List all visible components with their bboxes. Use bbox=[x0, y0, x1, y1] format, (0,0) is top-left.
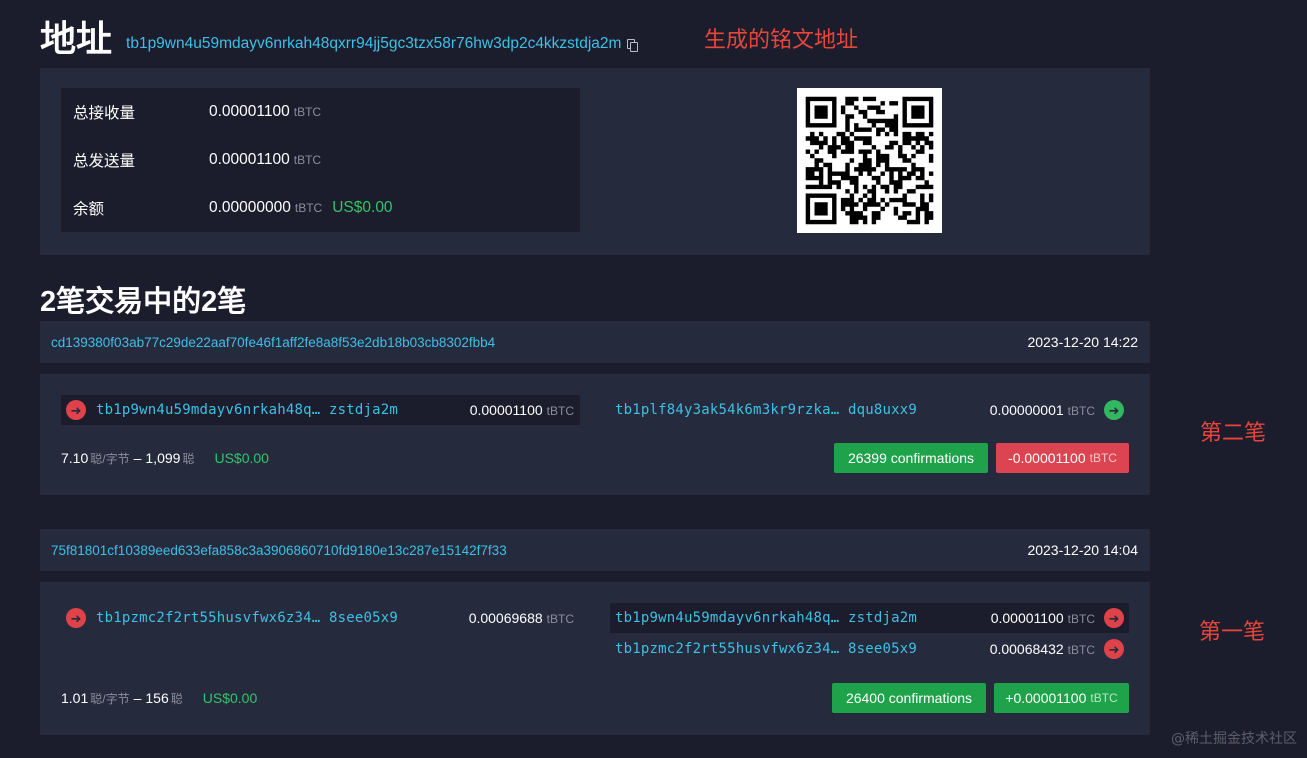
summary-label: 总接收量 bbox=[73, 105, 136, 122]
arrow-right-circle-icon[interactable]: ➜ bbox=[1104, 400, 1124, 420]
unit-label: tBTC bbox=[294, 201, 323, 215]
fee-usd: US$0.00 bbox=[202, 690, 258, 706]
tx-header: 75f81801cf10389eed633efa858c3a3906860710… bbox=[40, 529, 1150, 571]
tx-fee-info: 1.01 聪/字节 – 156 聪 US$0.00 bbox=[61, 690, 257, 707]
output-address-link[interactable]: tb1plf84y3ak54k6m3kr9rzka… dqu8uxx9 bbox=[615, 402, 917, 418]
input-amount: 0.00069688 bbox=[468, 610, 543, 626]
txid-link[interactable]: 75f81801cf10389eed633efa858c3a3906860710… bbox=[51, 543, 507, 558]
summary-row-sent: 总发送量 0.00001100 tBTC bbox=[61, 136, 580, 184]
arrow-right-circle-icon[interactable]: ➜ bbox=[1104, 608, 1124, 628]
input-amount: 0.00001100 bbox=[469, 402, 543, 418]
unit-label: tBTC bbox=[1067, 643, 1095, 657]
summary-value: 0.00001100 bbox=[209, 151, 290, 168]
output-amount: 0.00001100 bbox=[990, 610, 1064, 626]
transactions-section-title: 2笔交易中的2笔 bbox=[40, 286, 247, 318]
watermark: @稀土掘金技术社区 bbox=[1171, 731, 1297, 747]
address-summary-panel: 总接收量 0.00001100 tBTC 总发送量 0.00001100 tBT… bbox=[40, 68, 1150, 255]
copy-icon[interactable] bbox=[627, 38, 639, 52]
tx-input-row: ➜ tb1pzmc2f2rt55husvfwx6z34… 8see05x9 0.… bbox=[61, 603, 580, 633]
unit-label: tBTC bbox=[1089, 451, 1117, 465]
confirmations-badge: 26400 confirmations bbox=[832, 683, 986, 713]
fee-rate: 1.01 bbox=[61, 690, 89, 706]
output-address-link[interactable]: tb1pzmc2f2rt55husvfwx6z34… 8see05x9 bbox=[615, 641, 917, 657]
input-address-link[interactable]: tb1p9wn4u59mdayv6nrkah48q… zstdja2m bbox=[96, 402, 398, 418]
summary-row-received: 总接收量 0.00001100 tBTC bbox=[61, 88, 580, 136]
tx-output-row: tb1pzmc2f2rt55husvfwx6z34… 8see05x9 0.00… bbox=[610, 634, 1129, 664]
fee-rate-unit: 聪/字节 bbox=[90, 692, 130, 706]
output-amount: 0.00000001 bbox=[989, 402, 1064, 418]
confirmations-badge: 26399 confirmations bbox=[834, 443, 988, 473]
summary-value: 0.00000000 bbox=[209, 199, 291, 216]
fee-amount: 1,099 bbox=[145, 450, 181, 466]
unit-label: tBTC bbox=[546, 612, 574, 626]
summary-label: 总发送量 bbox=[73, 153, 136, 170]
fee-rate: 7.10 bbox=[61, 450, 89, 466]
output-address-link[interactable]: tb1p9wn4u59mdayv6nrkah48q… zstdja2m bbox=[615, 610, 917, 626]
fee-usd: US$0.00 bbox=[214, 450, 269, 466]
arrow-right-circle-icon[interactable]: ➜ bbox=[66, 608, 86, 628]
address-header: 地址 tb1p9wn4u59mdayv6nrkah48qxrr94jj5gc3t… bbox=[40, 14, 639, 64]
tx-body: ➜ tb1pzmc2f2rt55husvfwx6z34… 8see05x9 0.… bbox=[40, 582, 1150, 735]
unit-label: tBTC bbox=[1090, 691, 1118, 705]
annotation-inscription-address: 生成的铭文地址 bbox=[704, 28, 859, 53]
unit-label: tBTC bbox=[1067, 404, 1095, 418]
tx-time: 2023-12-20 14:04 bbox=[1027, 542, 1138, 558]
fee-separator: – bbox=[133, 450, 142, 466]
arrow-right-circle-icon[interactable]: ➜ bbox=[1104, 639, 1124, 659]
page-title: 地址 bbox=[40, 18, 113, 59]
fee-unit: 聪 bbox=[170, 692, 183, 706]
unit-label: tBTC bbox=[546, 404, 574, 418]
unit-label: tBTC bbox=[293, 105, 322, 119]
unit-label: tBTC bbox=[293, 153, 322, 167]
summary-row-balance: 余额 0.00000000 tBTC US$0.00 bbox=[61, 184, 580, 232]
annotation-first-tx: 第一笔 bbox=[1199, 620, 1266, 645]
fee-amount: 156 bbox=[145, 690, 169, 706]
fee-rate-unit: 聪/字节 bbox=[90, 452, 130, 466]
net-amount: -0.00001100 bbox=[1008, 450, 1086, 466]
tx-fee-info: 7.10 聪/字节 – 1,099 聪 US$0.00 bbox=[61, 450, 269, 467]
net-amount: +0.00001100 bbox=[1005, 690, 1087, 706]
net-amount-badge: -0.00001100 tBTC bbox=[996, 443, 1129, 473]
tx-output-row: tb1p9wn4u59mdayv6nrkah48q… zstdja2m 0.00… bbox=[610, 603, 1129, 633]
fee-unit: 聪 bbox=[182, 452, 195, 466]
tx-body: ➜ tb1p9wn4u59mdayv6nrkah48q… zstdja2m 0.… bbox=[40, 374, 1150, 495]
tx-time: 2023-12-20 14:22 bbox=[1027, 334, 1138, 350]
fee-separator: – bbox=[133, 690, 142, 706]
output-amount: 0.00068432 bbox=[989, 641, 1064, 657]
summary-label: 余额 bbox=[73, 201, 105, 218]
qr-modules bbox=[805, 96, 934, 225]
annotation-second-tx: 第二笔 bbox=[1200, 421, 1267, 446]
unit-label: tBTC bbox=[1067, 612, 1095, 626]
tx-header: cd139380f03ab77c29de22aaf70fe46f1aff2fe8… bbox=[40, 321, 1150, 363]
tx-output-row: tb1plf84y3ak54k6m3kr9rzka… dqu8uxx9 0.00… bbox=[610, 395, 1129, 425]
address-hash-link[interactable]: tb1p9wn4u59mdayv6nrkah48qxrr94jj5gc3tzx5… bbox=[126, 35, 621, 53]
txid-link[interactable]: cd139380f03ab77c29de22aaf70fe46f1aff2fe8… bbox=[51, 335, 495, 350]
net-amount-badge: +0.00001100 tBTC bbox=[994, 683, 1129, 713]
tx-input-row: ➜ tb1p9wn4u59mdayv6nrkah48q… zstdja2m 0.… bbox=[61, 395, 580, 425]
balance-usd: US$0.00 bbox=[332, 199, 393, 216]
address-qr-code bbox=[797, 88, 942, 233]
arrow-right-circle-icon[interactable]: ➜ bbox=[66, 400, 86, 420]
input-address-link[interactable]: tb1pzmc2f2rt55husvfwx6z34… 8see05x9 bbox=[96, 610, 398, 626]
summary-value: 0.00001100 bbox=[209, 103, 290, 120]
